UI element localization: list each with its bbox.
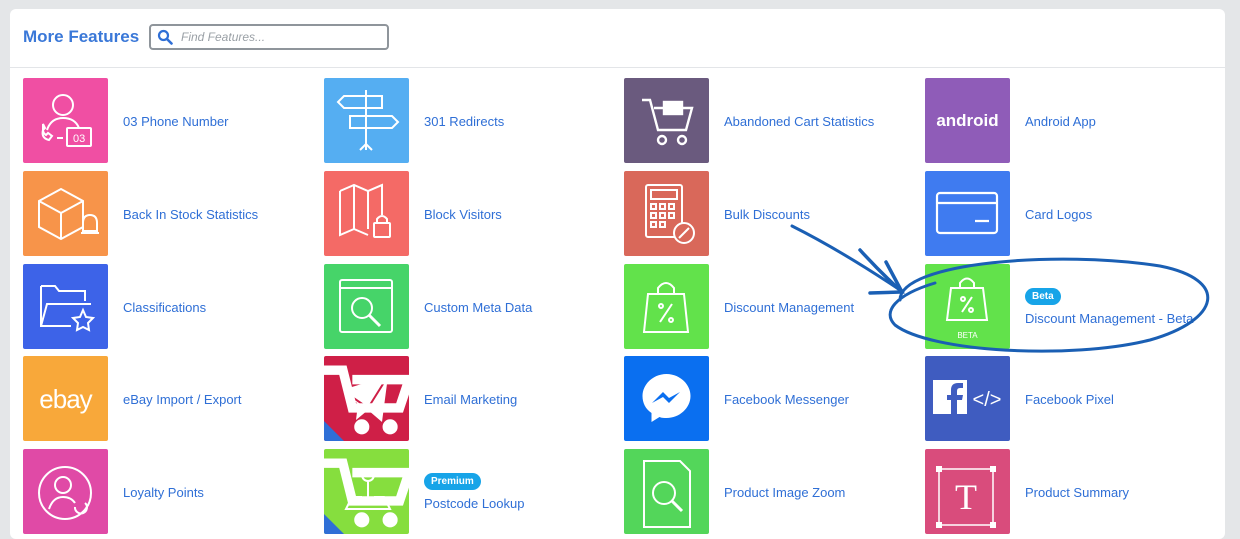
feature-label[interactable]: Discount Management	[724, 300, 854, 315]
feature-label[interactable]: Facebook Pixel	[1025, 392, 1114, 407]
feature-tile[interactable]	[624, 356, 709, 441]
search-window-icon	[339, 279, 393, 333]
feature-label[interactable]: Bulk Discounts	[724, 207, 810, 222]
feature-custom-meta-data[interactable]: Custom Meta Data	[324, 264, 614, 350]
feature-label[interactable]: 03 Phone Number	[123, 114, 229, 129]
feature-tile[interactable]	[624, 264, 709, 349]
svg-text:BETA: BETA	[957, 331, 978, 340]
feature-product-image-zoom[interactable]: Product Image Zoom	[624, 449, 914, 535]
box-bell-icon	[38, 187, 99, 241]
loyalty-user-icon	[38, 466, 92, 520]
feature-facebook-pixel[interactable]: </> Facebook Pixel	[925, 356, 1215, 442]
map-lock-icon	[339, 183, 391, 238]
feature-tile[interactable]	[324, 449, 409, 534]
feature-classifications[interactable]: Classifications	[23, 264, 313, 350]
folder-star-icon	[40, 285, 96, 332]
feature-tile[interactable]	[324, 171, 409, 256]
signpost-icon	[336, 90, 400, 151]
more-features-panel: More Features 03 03 Phone Numb	[10, 9, 1225, 539]
feature-discount-management[interactable]: Discount Management	[624, 264, 914, 350]
feature-tile[interactable]	[624, 449, 709, 534]
feature-label[interactable]: Discount Management - Beta	[1025, 311, 1193, 326]
feature-label[interactable]: Facebook Messenger	[724, 392, 849, 407]
feature-discount-management-beta[interactable]: BETA Beta Discount Management - Beta	[925, 264, 1215, 350]
feature-facebook-messenger[interactable]: Facebook Messenger	[624, 356, 914, 442]
ebay-logo-icon: ebay	[39, 384, 93, 414]
android-logo-icon: android	[936, 111, 998, 130]
svg-text:</>: </>	[973, 389, 1002, 411]
feature-label[interactable]: Back In Stock Statistics	[123, 207, 258, 222]
calculator-percent-icon	[645, 184, 695, 244]
feature-tile[interactable]	[23, 171, 108, 256]
feature-label[interactable]: Product Summary	[1025, 485, 1129, 500]
feature-abandoned-cart-statistics[interactable]: Abandoned Cart Statistics	[624, 78, 914, 164]
shopping-cart-icon	[642, 98, 694, 146]
feature-tile[interactable]	[925, 171, 1010, 256]
cart-icon	[324, 365, 409, 435]
feature-tile[interactable]: T	[925, 449, 1010, 534]
feature-tile[interactable]: </>	[925, 356, 1010, 441]
feature-bulk-discounts[interactable]: Bulk Discounts	[624, 171, 914, 257]
phone-number-icon: 03	[41, 94, 92, 147]
discount-bag-beta-icon: BETA	[945, 277, 989, 340]
feature-tile[interactable]	[624, 78, 709, 163]
feature-03-phone-number[interactable]: 03 03 Phone Number	[23, 78, 313, 164]
feature-label[interactable]: Abandoned Cart Statistics	[724, 114, 874, 129]
feature-tile[interactable]	[23, 264, 108, 349]
credit-card-icon	[935, 191, 999, 235]
feature-android-app[interactable]: android Android App	[925, 78, 1215, 164]
facebook-pixel-icon: </>	[933, 380, 1002, 414]
feature-product-summary[interactable]: T Product Summary	[925, 449, 1215, 535]
feature-tile[interactable]: ebay	[23, 356, 108, 441]
feature-label[interactable]: Email Marketing	[424, 392, 517, 407]
feature-tile[interactable]: android	[925, 78, 1010, 163]
text-frame-icon: T	[936, 466, 996, 528]
feature-tile[interactable]	[324, 78, 409, 163]
features-grid: 03 03 Phone Number 301 Redirects Abandon…	[10, 9, 1225, 539]
feature-label[interactable]: 301 Redirects	[424, 114, 504, 129]
svg-text:android: android	[936, 111, 998, 130]
feature-tile[interactable]	[324, 264, 409, 349]
feature-label[interactable]: Card Logos	[1025, 207, 1092, 222]
feature-email-marketing[interactable]: Email Marketing	[324, 356, 614, 442]
messenger-icon	[642, 374, 691, 422]
feature-label[interactable]: Loyalty Points	[123, 485, 204, 500]
feature-card-logos[interactable]: Card Logos	[925, 171, 1215, 257]
feature-tile[interactable]	[23, 449, 108, 534]
svg-text:03: 03	[73, 133, 85, 145]
feature-postcode-lookup[interactable]: Premium Postcode Lookup	[324, 449, 614, 535]
feature-301-redirects[interactable]: 301 Redirects	[324, 78, 614, 164]
svg-text:T: T	[955, 477, 977, 517]
svg-text:ebay: ebay	[39, 384, 92, 414]
feature-ebay-import-export[interactable]: ebay eBay Import / Export	[23, 356, 313, 442]
discount-bag-icon	[642, 282, 690, 333]
feature-label[interactable]: Classifications	[123, 300, 206, 315]
feature-back-in-stock-statistics[interactable]: Back In Stock Statistics	[23, 171, 313, 257]
feature-label[interactable]: Postcode Lookup	[424, 496, 524, 511]
beta-badge: Beta	[1025, 288, 1061, 305]
feature-label[interactable]: Custom Meta Data	[424, 300, 532, 315]
feature-tile[interactable]: 03	[23, 78, 108, 163]
feature-label[interactable]: eBay Import / Export	[123, 392, 242, 407]
feature-label[interactable]: Product Image Zoom	[724, 485, 845, 500]
feature-tile[interactable]	[324, 356, 409, 441]
feature-loyalty-points[interactable]: Loyalty Points	[23, 449, 313, 535]
feature-block-visitors[interactable]: Block Visitors	[324, 171, 614, 257]
image-zoom-icon	[643, 460, 691, 528]
feature-tile[interactable]	[624, 171, 709, 256]
feature-label[interactable]: Block Visitors	[424, 207, 502, 222]
cart-icon	[324, 458, 409, 528]
premium-badge: Premium	[424, 473, 481, 490]
feature-label[interactable]: Android App	[1025, 114, 1096, 129]
feature-tile[interactable]: BETA	[925, 264, 1010, 349]
